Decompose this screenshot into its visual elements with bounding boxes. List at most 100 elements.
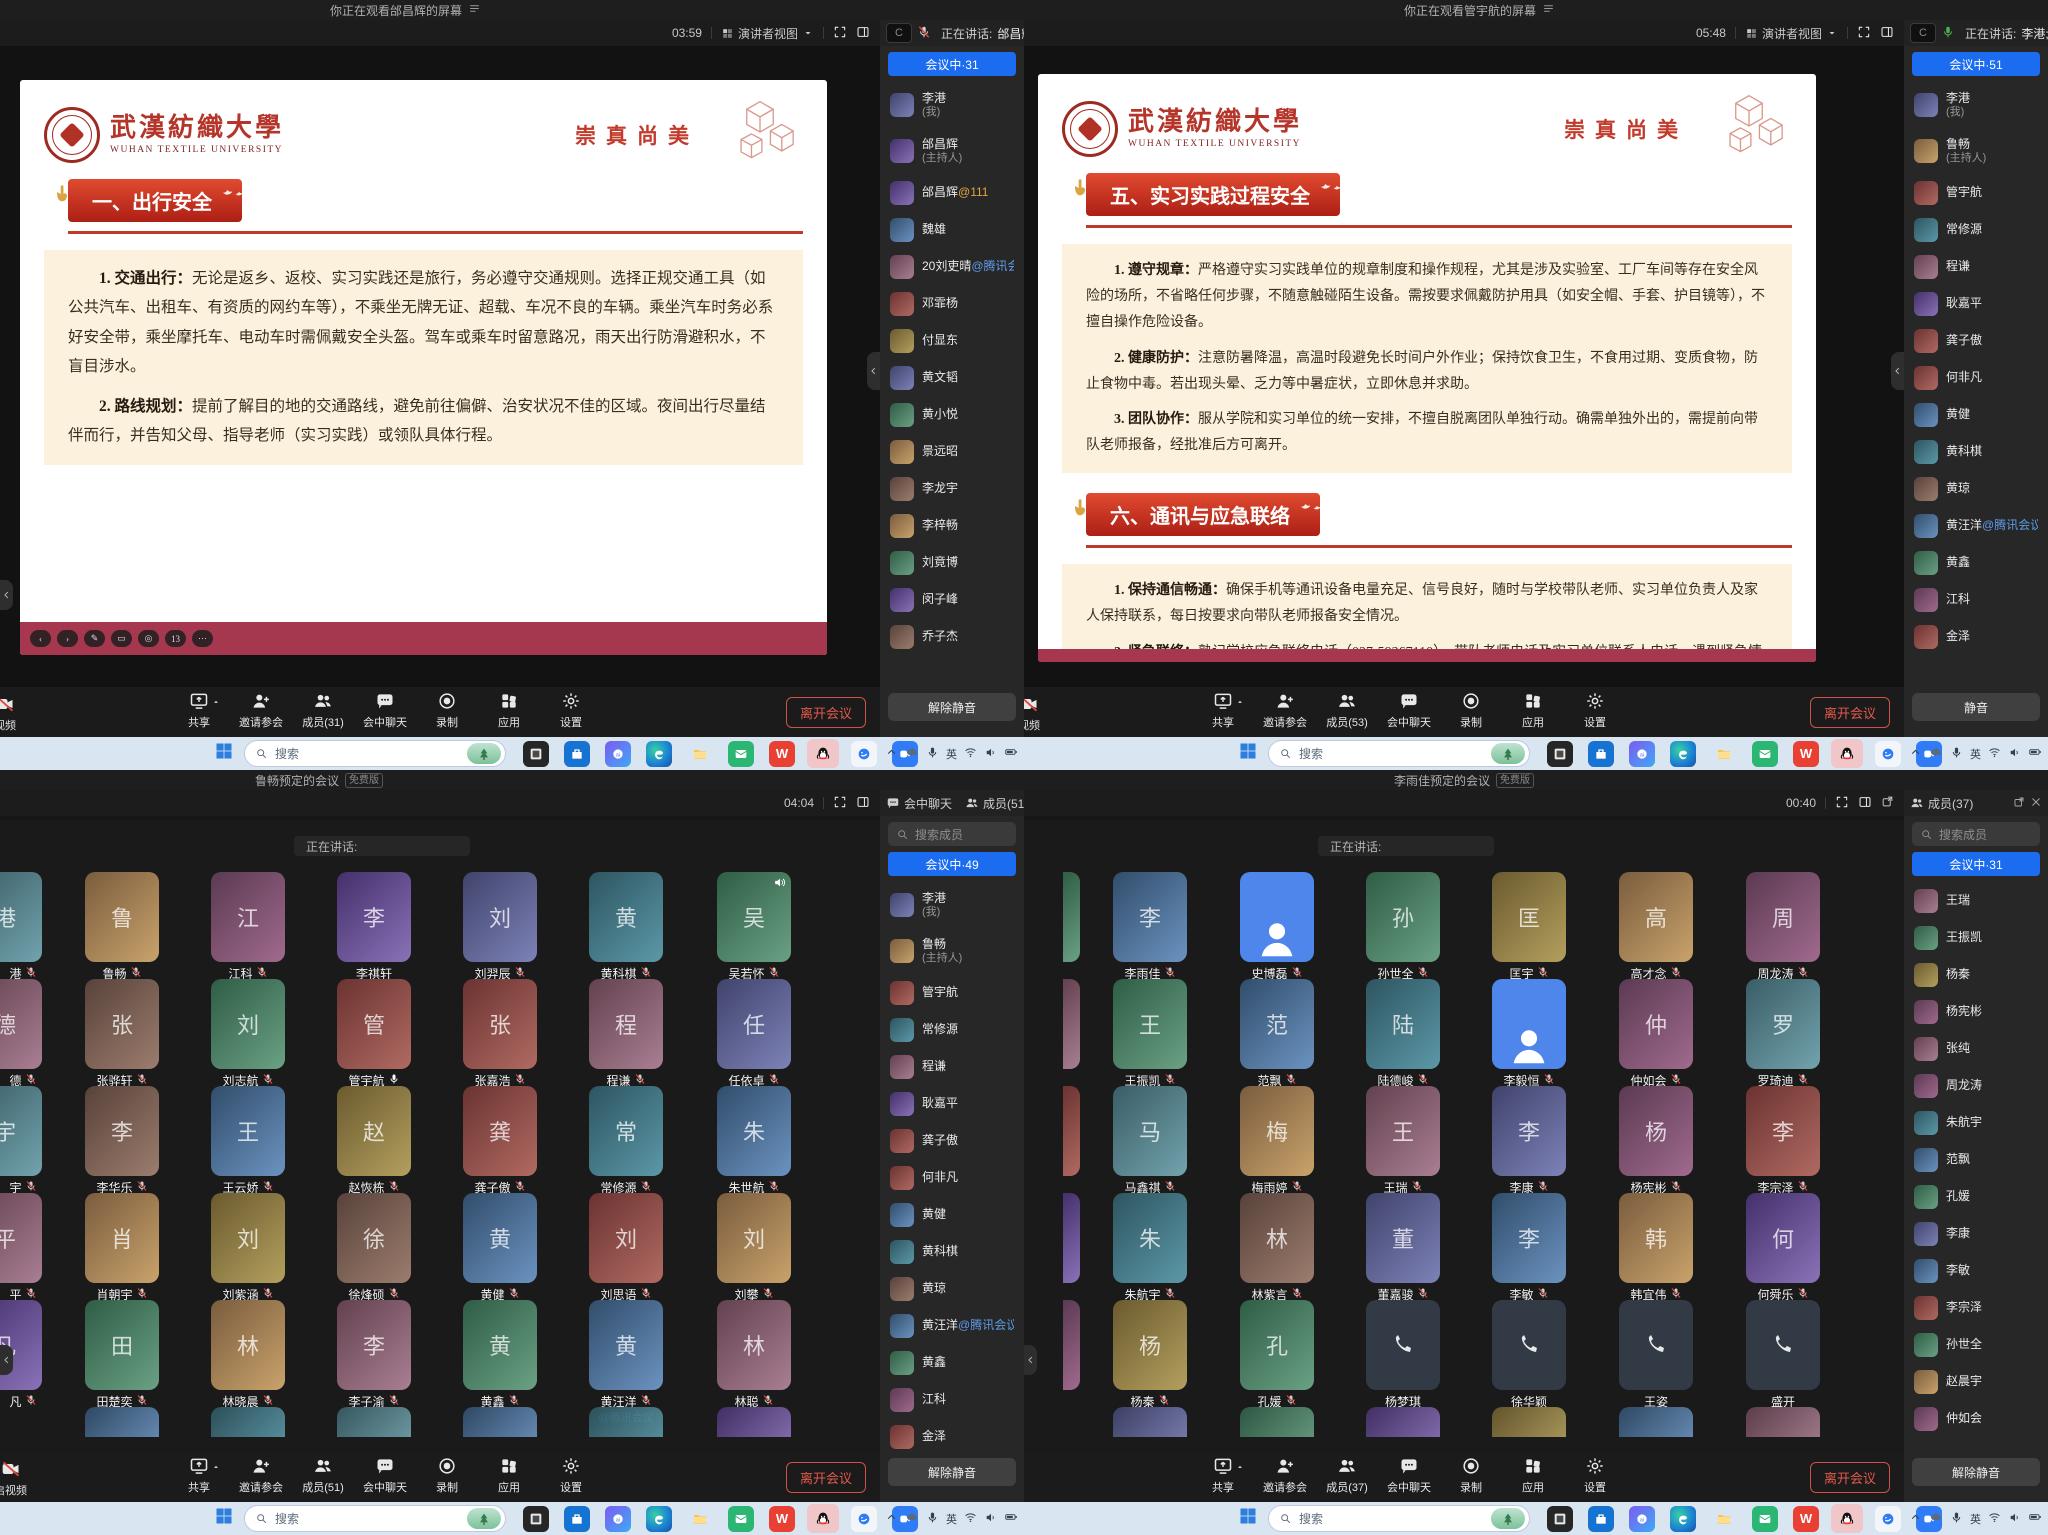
taskbar-app-mail[interactable] [1749, 739, 1781, 768]
title-menu-icon[interactable] [1542, 2, 1555, 18]
video-tile[interactable]: 周 [1746, 872, 1820, 962]
layout-toggle-icon[interactable] [856, 795, 870, 812]
toolbar-share-button[interactable]: 共享 [1192, 1456, 1254, 1495]
member-row[interactable]: 李港(我) [1904, 82, 2048, 128]
video-tile[interactable]: 管 [337, 979, 411, 1069]
taskbar-app-explorer[interactable] [1708, 1504, 1740, 1533]
video-tile[interactable]: 朱 [717, 1086, 791, 1176]
in-meeting-count-button[interactable]: 会议中·31 [1912, 852, 2040, 876]
annotation-tool[interactable]: › [57, 630, 78, 647]
photos-icon[interactable] [523, 741, 549, 767]
annotation-tool[interactable]: 13 [165, 630, 186, 647]
tray-cloud-icon[interactable] [905, 1510, 919, 1527]
member-row[interactable]: 范飘 [1904, 1141, 2048, 1178]
member-row[interactable]: 管宇航 [1904, 174, 2048, 211]
video-tile[interactable]: 徐 [337, 1193, 411, 1283]
member-row[interactable]: 龚子傲 [1904, 322, 2048, 359]
tray-cloud-icon[interactable] [905, 745, 919, 762]
layout-toggle-icon[interactable] [856, 25, 870, 42]
member-row[interactable]: 程谦 [880, 1048, 1024, 1085]
toolbar-settings-button[interactable]: 设置 [540, 1456, 602, 1495]
video-tile[interactable]: 董 [1366, 1193, 1440, 1283]
edge-collapse-handle[interactable] [0, 1345, 13, 1375]
toolbar-members-button[interactable]: 成员(37) [1316, 1456, 1378, 1495]
video-tile-partial[interactable] [1240, 1407, 1314, 1437]
member-row[interactable]: 20刘吏晴@腾讯会议 [880, 248, 1024, 285]
member-row[interactable]: 邰昌辉@111 [880, 174, 1024, 211]
taskbar-app-store[interactable] [561, 1504, 593, 1533]
edge-icon[interactable] [646, 741, 672, 767]
edge-icon[interactable] [1670, 741, 1696, 767]
member-row[interactable]: 周龙涛 [1904, 1067, 2048, 1104]
taskbar-app-store[interactable] [1585, 1504, 1617, 1533]
taskbar-app-qq[interactable] [1831, 739, 1863, 768]
video-tile[interactable]: 黄 [589, 872, 663, 962]
video-tile[interactable]: 朱 [1113, 1193, 1187, 1283]
popout-icon[interactable] [1881, 795, 1894, 811]
share-caret-icon[interactable] [211, 697, 221, 707]
tray-chevron-up-icon[interactable] [885, 1511, 898, 1527]
video-tile-partial[interactable] [1113, 1407, 1187, 1437]
member-row[interactable]: 何非凡 [880, 1159, 1024, 1196]
tray-battery-icon[interactable] [1004, 1510, 1018, 1527]
member-row[interactable]: 金泽 [1904, 618, 2048, 655]
member-row[interactable]: 程谦 [1904, 248, 2048, 285]
fullscreen-icon[interactable] [833, 795, 847, 812]
tray-wifi-icon[interactable] [964, 1511, 977, 1527]
toolbar-invite-button[interactable]: 邀请参会 [230, 691, 292, 730]
video-tile[interactable]: 张 [463, 979, 537, 1069]
store-icon[interactable] [1588, 741, 1614, 767]
tray-volume-icon[interactable] [2008, 1511, 2021, 1527]
video-tile[interactable]: 马 [1113, 1086, 1187, 1176]
video-tile[interactable]: 匡 [1492, 872, 1566, 962]
video-tile[interactable]: 张 [85, 979, 159, 1069]
member-row[interactable]: 江科 [1904, 581, 2048, 618]
video-tile[interactable]: 罗 [1746, 979, 1820, 1069]
video-tile-partial[interactable] [589, 1407, 663, 1437]
toolbar-share-button[interactable]: 共享 [168, 1456, 230, 1495]
leave-meeting-button[interactable]: 离开会议 [786, 1462, 866, 1493]
video-tile[interactable]: 杨 [1619, 1086, 1693, 1176]
toolbar-chat-button[interactable]: 会中聊天 [354, 1456, 416, 1495]
video-tile-partial[interactable] [463, 1407, 537, 1437]
video-tile-partial[interactable] [85, 1407, 159, 1437]
video-tile[interactable]: 刘 [589, 1193, 663, 1283]
video-tile[interactable] [1492, 1300, 1566, 1390]
copilot-icon[interactable]: ai [605, 741, 631, 767]
mail-icon[interactable] [1752, 741, 1778, 767]
video-tile[interactable] [1746, 1300, 1820, 1390]
in-meeting-count-button[interactable]: 会议中·51 [1912, 52, 2040, 76]
member-row[interactable]: 鲁畅(主持人) [1904, 128, 2048, 174]
taskbar-app-photos[interactable] [1544, 1504, 1576, 1533]
member-row[interactable]: 龚子傲 [880, 1122, 1024, 1159]
video-tile[interactable]: 德 [0, 979, 42, 1069]
copilot-icon[interactable]: ai [605, 1506, 631, 1532]
video-tile[interactable]: 赵 [337, 1086, 411, 1176]
member-row[interactable]: 付显东 [880, 322, 1024, 359]
toolbar-apps-button[interactable]: 应用 [1502, 691, 1564, 730]
member-row[interactable]: 黄鑫 [880, 1344, 1024, 1381]
title-menu-icon[interactable] [468, 2, 481, 18]
annotation-tool[interactable]: ⋯ [192, 630, 213, 647]
edge-icon[interactable] [1670, 1506, 1696, 1532]
tray-mic-icon[interactable] [1950, 746, 1963, 762]
member-row[interactable]: 鲁畅(主持人) [880, 928, 1024, 974]
video-tile[interactable]: 孙 [1366, 872, 1440, 962]
member-row[interactable]: 刘竟博 [880, 544, 1024, 581]
member-row[interactable]: 李龙宇 [880, 470, 1024, 507]
member-row[interactable]: 孙世全 [1904, 1326, 2048, 1363]
video-tile-partial[interactable] [1063, 1086, 1080, 1176]
member-row[interactable]: 朱航宇 [1904, 1104, 2048, 1141]
toggle-video-button[interactable]: 视频 [0, 694, 16, 733]
taskbar-app-store[interactable] [1585, 739, 1617, 768]
annotation-tool[interactable]: ◎ [138, 630, 159, 647]
video-tile-partial[interactable] [1063, 1193, 1080, 1283]
member-row[interactable]: 孔媛 [1904, 1178, 2048, 1215]
video-tile-partial[interactable] [1746, 1407, 1820, 1437]
mic-on-icon[interactable] [1941, 25, 1955, 42]
video-tile[interactable]: 吴 [717, 872, 791, 962]
taskbar-search-input[interactable]: 搜索 [244, 1505, 506, 1532]
taskbar-app-chat-app[interactable] [1872, 1504, 1904, 1533]
toolbar-chat-button[interactable]: 会中聊天 [1378, 691, 1440, 730]
member-row[interactable]: 邰昌辉(主持人) [880, 128, 1024, 174]
